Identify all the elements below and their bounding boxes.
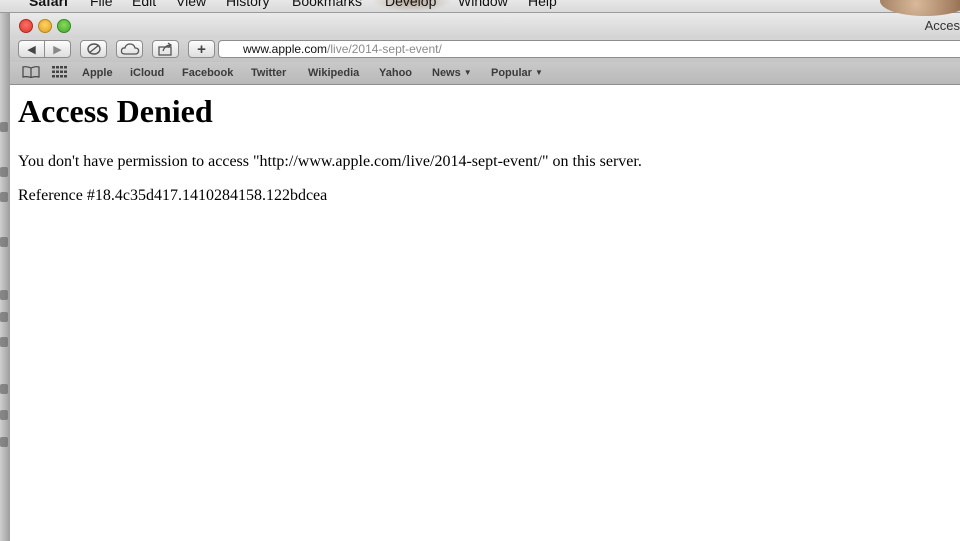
chevron-down-icon: ▼ [463, 68, 472, 77]
bookmarks-bar: Apple iCloud Facebook Twitter Wikipedia … [10, 62, 960, 85]
desktop-item-icon [0, 337, 8, 347]
top-sites-icon[interactable] [52, 66, 67, 81]
bookmark-folder-news[interactable]: News ▼ [432, 67, 472, 79]
reader-button[interactable] [80, 40, 107, 58]
desktop-item-icon [0, 122, 8, 132]
bookmark-folder-popular-label: Popular [491, 67, 532, 79]
forward-arrow-icon: ▶ [53, 43, 62, 56]
desktop-item-icon [0, 237, 8, 247]
browser-window: Acces ◀ ▶ + www.apple.com/live/2014-sept… [10, 12, 960, 541]
desktop-item-icon [0, 384, 8, 394]
page-title: Access Denied [18, 93, 213, 129]
bookmark-wikipedia[interactable]: Wikipedia [308, 67, 359, 79]
bookmark-twitter[interactable]: Twitter [251, 67, 286, 79]
bookmark-folder-news-label: News [432, 67, 461, 79]
menu-view[interactable]: View [176, 0, 206, 9]
bookmark-icloud[interactable]: iCloud [130, 67, 164, 79]
bookmark-folder-popular[interactable]: Popular ▼ [491, 67, 543, 79]
forward-button[interactable]: ▶ [44, 40, 71, 58]
url-text[interactable]: www.apple.com/live/2014-sept-event/ [243, 41, 442, 57]
menu-help[interactable]: Help [528, 0, 557, 9]
chevron-down-icon: ▼ [534, 68, 543, 77]
menu-bar: Safari File Edit View History Bookmarks … [0, 0, 960, 16]
toolbar: ◀ ▶ + www.apple.com/live/2014-sept-event [10, 38, 960, 62]
menu-file[interactable]: File [90, 0, 113, 9]
bookmark-facebook[interactable]: Facebook [182, 67, 233, 79]
title-bar: Acces [10, 12, 960, 38]
reader-icon [86, 43, 101, 55]
minimize-window-button[interactable] [38, 19, 52, 33]
menu-safari[interactable]: Safari [29, 0, 68, 9]
desktop-item-icon [0, 167, 8, 177]
reference-id: Reference #18.4c35d417.1410284158.122bdc… [18, 187, 328, 204]
menu-window[interactable]: Window [458, 0, 508, 9]
desktop-background [0, 12, 10, 541]
close-window-button[interactable] [19, 19, 33, 33]
url-host: www.apple.com [243, 42, 328, 56]
url-path: /live/2014-sept-event/ [327, 42, 442, 56]
back-button[interactable]: ◀ [18, 40, 45, 58]
share-button[interactable] [152, 40, 179, 58]
desktop-item-icon [0, 312, 8, 322]
bookmark-apple[interactable]: Apple [82, 67, 113, 79]
menu-develop[interactable]: Develop [385, 0, 436, 9]
desktop-item-icon [0, 437, 8, 447]
menu-edit[interactable]: Edit [132, 0, 156, 9]
menu-bookmarks[interactable]: Bookmarks [292, 0, 362, 9]
desktop-item-icon [0, 192, 8, 202]
desktop-item-icon [0, 290, 8, 300]
icloud-tabs-button[interactable] [116, 40, 143, 58]
bookmark-yahoo[interactable]: Yahoo [379, 67, 412, 79]
zoom-window-button[interactable] [57, 19, 71, 33]
add-bookmark-button[interactable]: + [188, 40, 215, 58]
reading-list-icon[interactable] [22, 66, 40, 81]
share-icon [157, 42, 172, 56]
desktop-item-icon [0, 410, 8, 420]
error-message: You don't have permission to access "htt… [18, 153, 642, 170]
address-bar[interactable]: www.apple.com/live/2014-sept-event/ [218, 40, 960, 58]
page-content: Access Denied You don't have permission … [10, 85, 960, 541]
menu-history[interactable]: History [226, 0, 270, 9]
cloud-icon [120, 43, 139, 55]
back-arrow-icon: ◀ [27, 43, 36, 56]
window-title: Acces [924, 18, 960, 33]
